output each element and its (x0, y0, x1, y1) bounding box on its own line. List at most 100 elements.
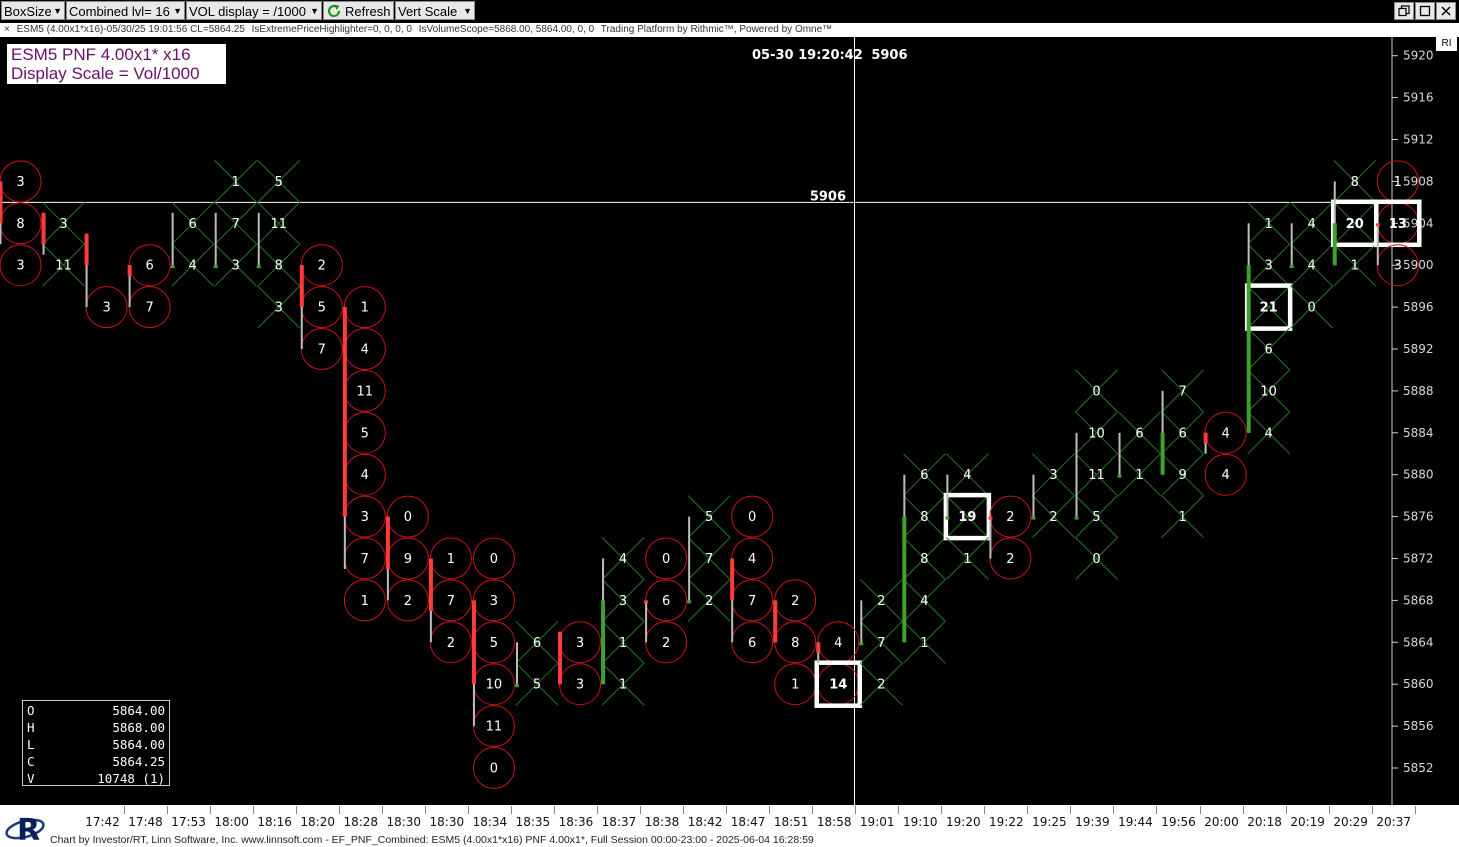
box-volume-label: 4 (361, 343, 369, 358)
box-volume-label: 2 (447, 636, 455, 651)
price-direction-bar (84, 233, 89, 266)
maximize-window-button[interactable] (1415, 2, 1435, 20)
box-volume-label: 1 (232, 175, 240, 190)
time-axis-label: 19:10 (902, 815, 938, 829)
box-volume-label: 1 (1178, 510, 1186, 525)
combined-level-label: Combined lvl= 16 (69, 4, 170, 19)
price-axis-label: 5888 (1403, 384, 1434, 398)
box-volume-label: 4 (963, 468, 971, 483)
price-axis-label: 5876 (1403, 510, 1434, 524)
box-volume-label: 3 (576, 636, 584, 651)
price-direction-bar (945, 516, 950, 520)
linn-software-logo-icon: R (5, 813, 45, 845)
box-volume-label: 1 (619, 636, 627, 651)
ohlc-low-row: L 5864.00 (27, 736, 165, 753)
box-volume-label: 11 (55, 259, 72, 274)
price-axis-label: 5884 (1403, 426, 1434, 440)
time-axis-label: 18:34 (472, 815, 508, 829)
ohlc-key: C (27, 754, 35, 769)
boxsize-dropdown[interactable]: BoxSize ▼ (1, 1, 65, 20)
box-volume-label: 1 (361, 301, 369, 316)
box-volume-label: 1 (447, 552, 455, 567)
close-window-button[interactable] (1436, 2, 1456, 20)
box-volume-label: 2 (705, 594, 713, 609)
time-axis-label: 19:39 (1075, 815, 1110, 829)
box-volume-label: 20 (1346, 217, 1364, 232)
time-axis-label: 18:51 (773, 815, 809, 829)
box-volume-label: 0 (748, 510, 756, 525)
box-volume-label: 5 (533, 678, 541, 693)
time-axis-tick (639, 806, 641, 814)
restore-window-button[interactable] (1394, 2, 1414, 20)
combined-level-dropdown[interactable]: Combined lvl= 16 ▼ (66, 1, 185, 20)
close-chart-icon[interactable]: × (4, 24, 10, 35)
box-volume-label: 3 (576, 678, 584, 693)
time-axis-tick (209, 806, 211, 814)
toolbar: BoxSize ▼ Combined lvl= 16 ▼ VOL display… (0, 0, 1459, 22)
time-axis-tick (424, 806, 426, 814)
box-volume-label: 7 (705, 552, 713, 567)
time-axis-tick (123, 806, 125, 814)
box-volume-label: 6 (662, 594, 670, 609)
box-volume-label: 6 (533, 636, 541, 651)
box-volume-label: 7 (877, 636, 885, 651)
time-axis-tick (467, 806, 469, 814)
crosshair-datetime: 05-30 19:20:42 (752, 48, 863, 63)
box-volume-label: 1 (1394, 175, 1402, 190)
time-axis-label: 19:01 (859, 815, 895, 829)
chart-plot-area[interactable]: 5852 5856 5860 5864 5868 5872 5876 5880 5884 5888… (0, 37, 1459, 805)
box-volume-label: 4 (834, 636, 842, 651)
time-axis-label: 19:20 (946, 815, 981, 829)
price-direction-bar (1031, 516, 1036, 520)
box-volume-label: 3 (1394, 259, 1402, 274)
price-direction-bar (730, 558, 735, 601)
time-axis-tick (683, 806, 685, 814)
pnf-chart[interactable]: 5852585658605864586858725876588058845888… (0, 37, 1459, 805)
chart-title-line1: ESM5 PNF 4.00x1* x16 (11, 45, 191, 64)
price-direction-bar (127, 265, 132, 276)
price-direction-bar (558, 631, 563, 685)
box-volume-label: 3 (16, 175, 24, 190)
ohlc-open-row: O 5864.00 (27, 702, 165, 719)
time-axis-tick (726, 806, 728, 814)
box-volume-label: 5 (275, 175, 283, 190)
box-volume-label: 5 (318, 301, 326, 316)
price-direction-bar (601, 600, 606, 685)
price-axis-label: 5868 (1403, 593, 1434, 607)
box-volume-label: 3 (275, 301, 283, 316)
ohlc-key: H (27, 720, 35, 735)
box-volume-label: 7 (361, 552, 369, 567)
vert-scale-dropdown[interactable]: Vert Scale ▼ (395, 1, 475, 20)
box-volume-label: 6 (1135, 426, 1143, 441)
box-volume-label: 4 (1221, 426, 1229, 441)
price-axis-label: 5860 (1403, 677, 1434, 691)
box-volume-label: 3 (1265, 259, 1273, 274)
vol-display-dropdown[interactable]: VOL display = /1000 ▼ (186, 1, 322, 20)
box-volume-label: 4 (619, 552, 627, 567)
price-direction-bar (299, 265, 304, 308)
box-volume-label: 2 (662, 636, 670, 651)
ri-button[interactable]: RI (1436, 37, 1457, 51)
time-axis-label: 18:35 (515, 815, 551, 829)
crosshair-price-label: 5906 (810, 189, 846, 204)
box-volume-label: 9 (404, 552, 412, 567)
footer-credit-text: Chart by Investor/RT, Linn Software, Inc… (50, 834, 814, 846)
box-volume-label: 6 (1178, 426, 1186, 441)
box-volume-label: 11 (1088, 468, 1105, 483)
ohlc-panel: O 5864.00 H 5868.00 L 5864.00 C 5864.25 V 107… (22, 700, 170, 786)
time-axis-label: 17:48 (128, 815, 163, 829)
price-axis-label: 5864 (1403, 635, 1434, 649)
box-volume-label: 1 (619, 678, 627, 693)
time-axis-label: 18:28 (343, 815, 379, 829)
box-volume-label: 1 (1265, 217, 1273, 232)
box-volume-label: 3 (1049, 468, 1057, 483)
price-axis-label: 5872 (1403, 552, 1434, 566)
chart-info-text[interactable]: ESM5 (4.00x1*x16)-05/30/25 19:01:56 CL=5… (17, 24, 245, 35)
indicator-extreme-price[interactable]: IsExtremePriceHighlighter=0, 0, 0, 0 (252, 24, 412, 35)
refresh-button[interactable]: Refresh (323, 1, 394, 20)
indicator-volume-scope[interactable]: IsVolumeScope=5868.00, 5864.00, 0, 0 (419, 24, 594, 35)
time-axis-label: 19:56 (1161, 815, 1196, 829)
box-volume-label: 7 (232, 217, 240, 232)
box-volume-label: 5 (361, 426, 369, 441)
time-axis-tick (941, 806, 943, 814)
